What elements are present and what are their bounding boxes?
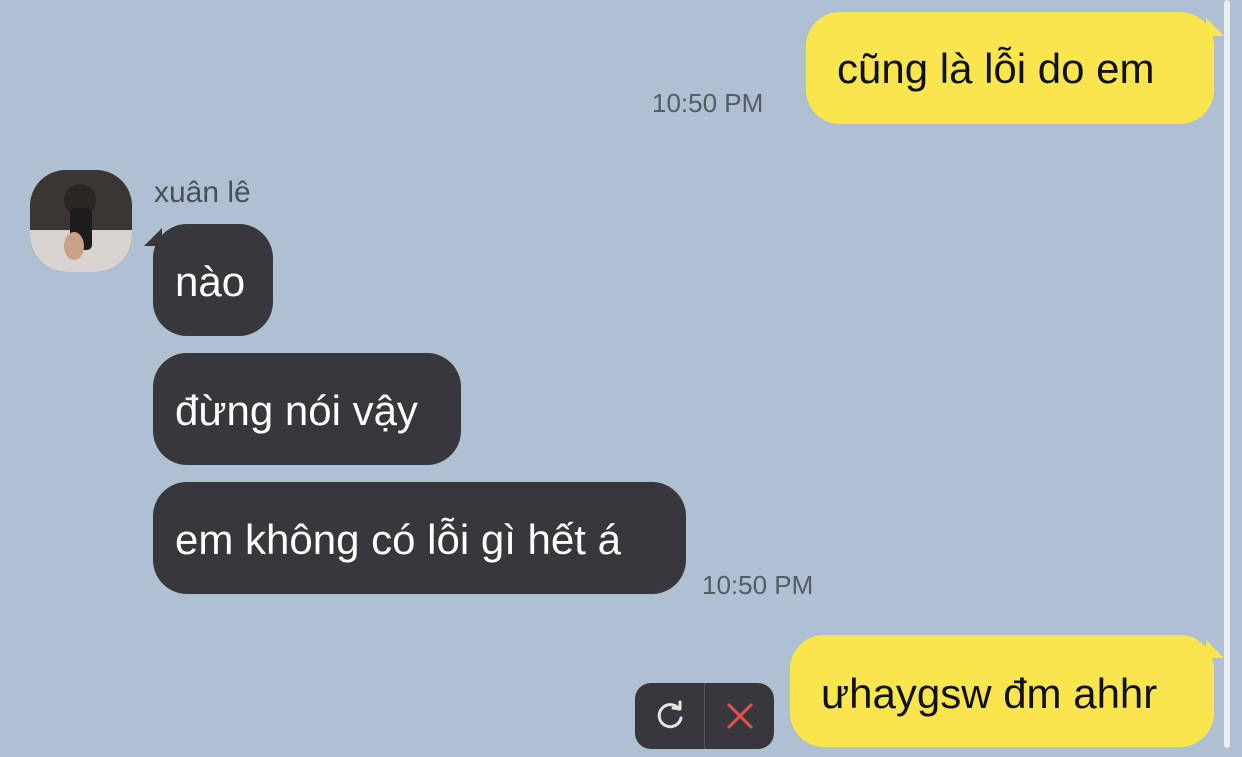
close-icon — [727, 703, 752, 729]
message-timestamp: 10:50 PM — [702, 570, 814, 600]
message-text: nào — [175, 258, 246, 305]
scrollbar[interactable] — [1224, 0, 1230, 748]
message-text: ưhaygsw đm ahhr — [821, 670, 1158, 717]
bubble-tail — [1206, 18, 1224, 36]
delete-button[interactable] — [705, 683, 774, 749]
incoming-message[interactable]: em không có lỗi gì hết á — [153, 482, 686, 594]
incoming-message[interactable]: nào — [153, 224, 273, 336]
retry-button[interactable] — [635, 683, 704, 749]
outgoing-message[interactable]: ưhaygsw đm ahhr — [790, 635, 1214, 747]
bubble-tail — [1206, 640, 1224, 658]
avatar-photo — [30, 170, 132, 272]
message-text: đừng nói vậy — [175, 387, 418, 434]
message-text: em không có lỗi gì hết á — [175, 516, 621, 563]
sender-name: xuân lê — [154, 176, 251, 209]
message-text: cũng là lỗi do em — [837, 45, 1155, 92]
message-timestamp: 10:50 PM — [652, 88, 764, 118]
retry-icon — [657, 700, 682, 729]
outgoing-message[interactable]: cũng là lỗi do em — [806, 12, 1214, 124]
failed-message-actions — [635, 683, 774, 749]
incoming-message[interactable]: đừng nói vậy — [153, 353, 461, 465]
avatar[interactable] — [30, 170, 132, 272]
